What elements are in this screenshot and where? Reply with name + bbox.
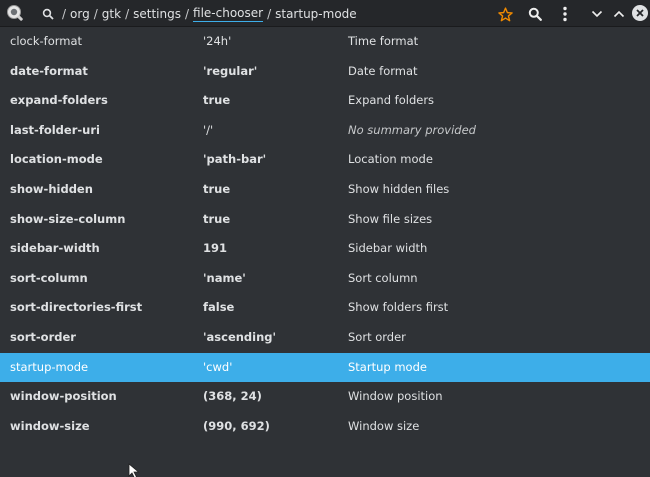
key-summary: Window size — [348, 418, 420, 433]
dconf-editor-app-icon[interactable] — [6, 4, 24, 22]
key-row-show-size-column[interactable]: show-size-column true Show file sizes — [0, 205, 650, 235]
key-name: show-hidden — [10, 181, 93, 196]
mouse-pointer-icon — [128, 463, 140, 477]
path-segment-file-chooser[interactable]: file-chooser — [193, 6, 264, 22]
key-row-startup-mode[interactable]: startup-mode 'cwd' Startup mode — [0, 352, 650, 383]
key-row-clock-format[interactable]: clock-format '24h' Time format — [0, 27, 650, 57]
key-row-sort-directories-first[interactable]: sort-directories-first false Show folder… — [0, 293, 650, 323]
key-summary: Sidebar width — [348, 241, 428, 256]
key-summary: Time format — [348, 34, 419, 48]
key-summary: Sort column — [348, 270, 418, 285]
key-summary: Show hidden files — [348, 181, 450, 196]
key-name: sort-order — [10, 329, 76, 344]
path-segment-startup-mode[interactable]: startup-mode — [275, 7, 357, 21]
key-value: (368, 24) — [203, 389, 262, 404]
key-summary: No summary provided — [348, 122, 476, 137]
key-row-sort-order[interactable]: sort-order 'ascending' Sort order — [0, 323, 650, 353]
key-name: expand-folders — [10, 93, 108, 108]
chevron-down-icon[interactable] — [586, 3, 608, 25]
path-segment-gtk[interactable]: gtk — [102, 7, 121, 21]
key-summary: Date format — [348, 63, 418, 78]
key-value: 'regular' — [203, 63, 258, 78]
key-name: last-folder-uri — [10, 122, 100, 137]
key-value: 'cwd' — [203, 359, 233, 374]
key-summary: Sort order — [348, 329, 406, 344]
key-row-last-folder-uri[interactable]: last-folder-uri '/' No summary provided — [0, 116, 650, 146]
dconf-editor-window: / org / gtk / settings / file-chooser / … — [0, 0, 650, 477]
key-name: window-size — [10, 418, 90, 433]
key-row-expand-folders[interactable]: expand-folders true Expand folders — [0, 86, 650, 116]
header-bar: / org / gtk / settings / file-chooser / … — [0, 0, 650, 27]
search-icon[interactable] — [524, 3, 546, 25]
key-value: true — [203, 211, 231, 226]
path-segment-settings[interactable]: settings — [133, 7, 181, 21]
key-value: 'name' — [203, 270, 246, 285]
key-value: 'ascending' — [203, 329, 277, 344]
key-name: show-size-column — [10, 211, 126, 226]
key-name: location-mode — [10, 152, 103, 167]
key-name: sidebar-width — [10, 241, 100, 256]
key-value: 191 — [203, 241, 228, 256]
key-value: 'path-bar' — [203, 152, 267, 167]
key-row-location-mode[interactable]: location-mode 'path-bar' Location mode — [0, 145, 650, 175]
key-summary: Location mode — [348, 152, 433, 167]
key-name: sort-directories-first — [10, 300, 143, 315]
chevron-up-icon[interactable] — [608, 3, 630, 25]
key-row-date-format[interactable]: date-format 'regular' Date format — [0, 57, 650, 87]
key-name: clock-format — [10, 34, 83, 48]
key-row-sort-column[interactable]: sort-column 'name' Sort column — [0, 264, 650, 294]
root-search-icon[interactable] — [42, 8, 54, 20]
close-icon[interactable] — [632, 5, 648, 21]
key-summary: Show file sizes — [348, 211, 433, 226]
key-summary: Window position — [348, 389, 443, 404]
path-separator: / — [125, 6, 130, 21]
path-bar: / org / gtk / settings / file-chooser / … — [42, 0, 357, 27]
path-separator: / — [62, 6, 67, 21]
key-row-sidebar-width[interactable]: sidebar-width 191 Sidebar width — [0, 234, 650, 264]
key-name: date-format — [10, 63, 88, 78]
key-summary: Startup mode — [348, 359, 427, 374]
key-row-window-size[interactable]: window-size (990, 692) Window size — [0, 412, 650, 442]
key-value: '/' — [203, 122, 214, 137]
path-separator: / — [267, 6, 272, 21]
key-summary: Show folders first — [348, 300, 449, 315]
key-value: true — [203, 93, 231, 108]
key-list: clock-format '24h' Time format date-form… — [0, 27, 650, 441]
key-name: window-position — [10, 389, 117, 404]
key-row-show-hidden[interactable]: show-hidden true Show hidden files — [0, 175, 650, 205]
path-segment-org[interactable]: org — [70, 7, 90, 21]
key-name: sort-column — [10, 270, 88, 285]
key-value: (990, 692) — [203, 418, 270, 433]
key-value: false — [203, 300, 235, 315]
key-name: startup-mode — [10, 359, 89, 374]
key-value: true — [203, 181, 231, 196]
path-separator: / — [93, 6, 98, 21]
path-separator: / — [184, 6, 190, 21]
key-value: '24h' — [203, 34, 232, 48]
key-summary: Expand folders — [348, 93, 435, 108]
key-row-window-position[interactable]: window-position (368, 24) Window positio… — [0, 382, 650, 412]
menu-icon[interactable] — [554, 3, 576, 25]
bookmark-star-icon[interactable] — [494, 3, 516, 25]
